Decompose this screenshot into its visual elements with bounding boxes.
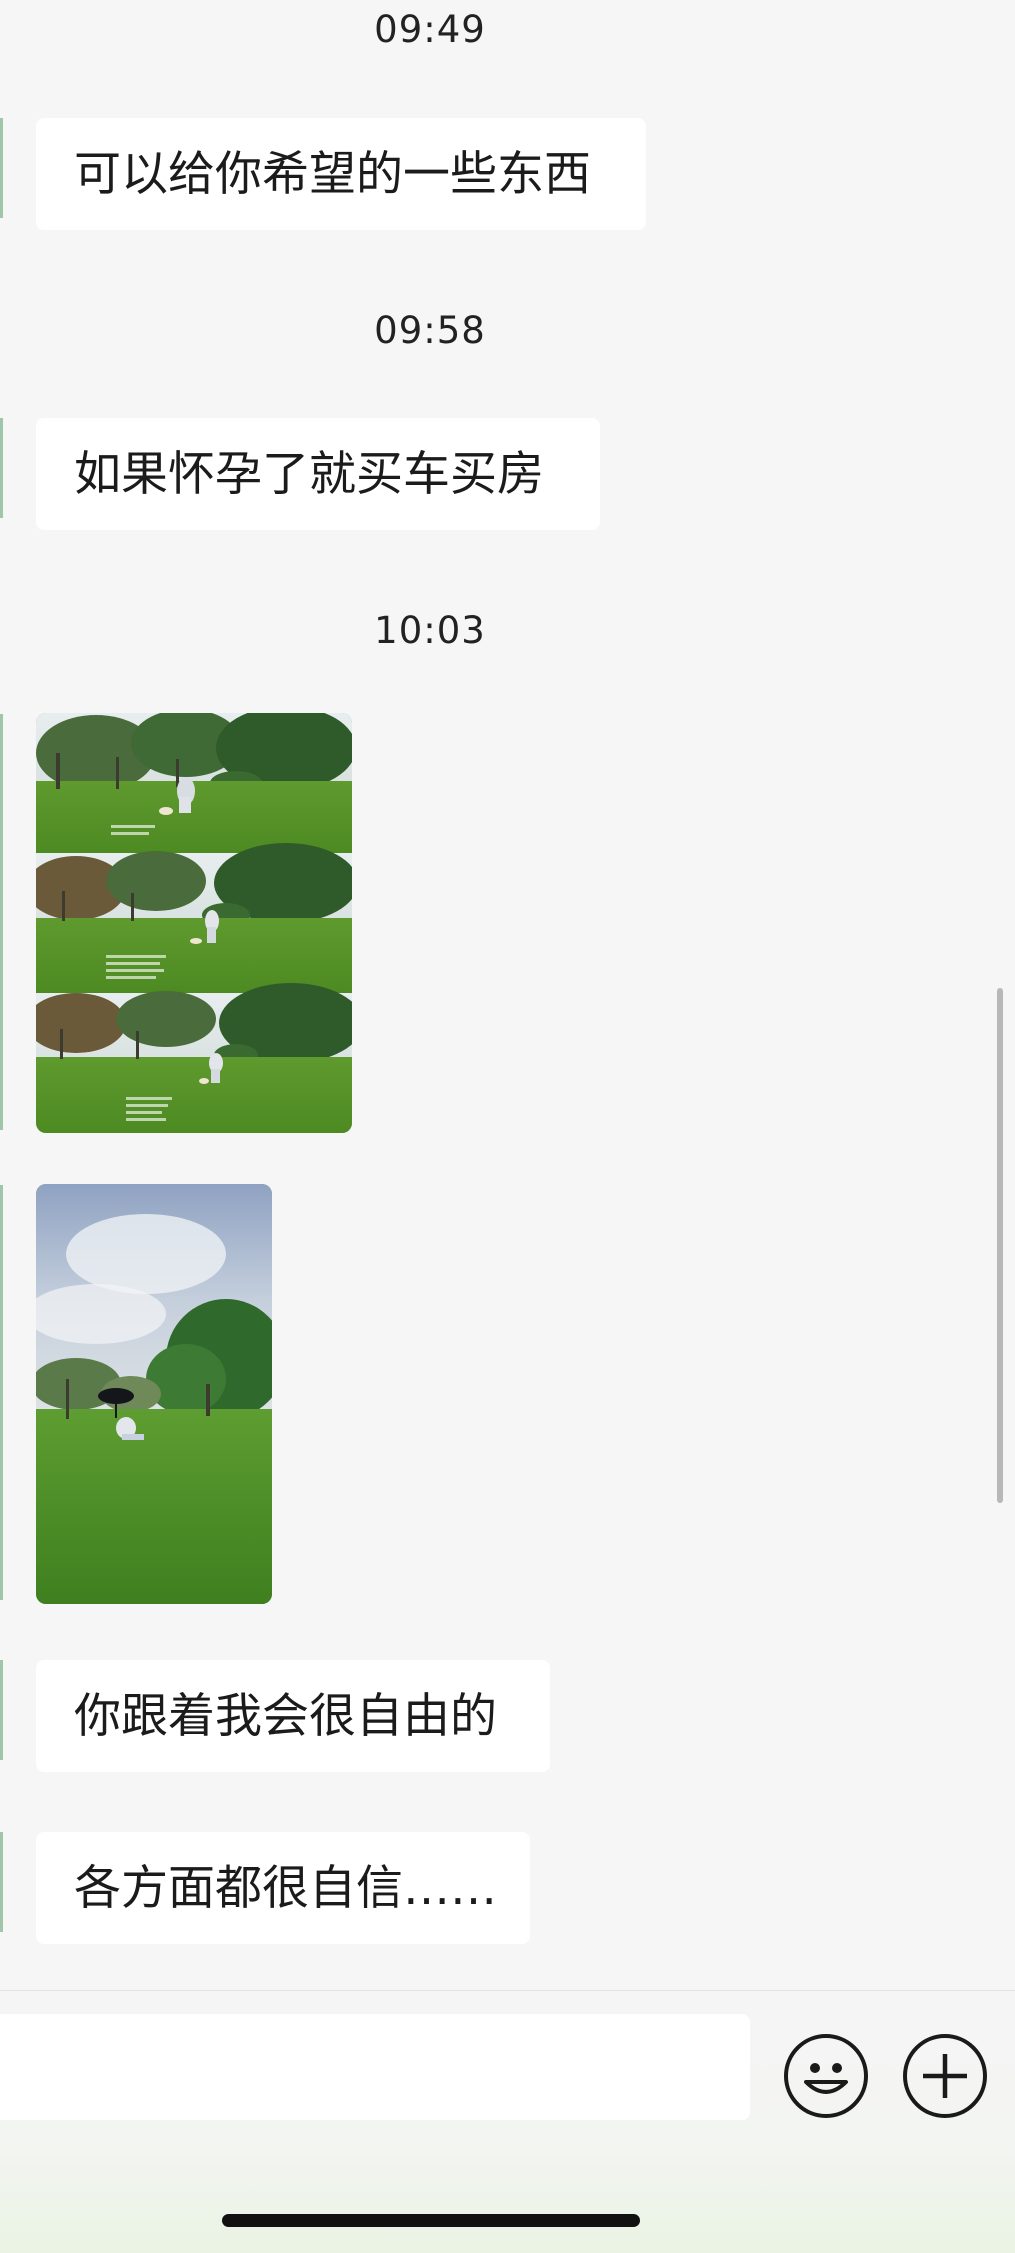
message-edge-marker [0,714,3,1130]
message-text: 各方面都很自信…… [74,1860,497,1916]
message-edge-marker [0,418,3,518]
message-edge-marker [0,1660,3,1760]
timestamp: 09:49 [374,8,486,51]
emoji-button[interactable] [784,2034,868,2118]
message-edge-marker [0,1185,3,1600]
message-bubble[interactable]: 你跟着我会很自由的 [36,1660,550,1772]
plus-circle-icon [923,2054,967,2098]
plus-button[interactable] [903,2034,987,2118]
timestamp: 10:03 [374,609,486,652]
message-edge-marker [0,1832,3,1932]
umbrella-lawn-image [36,1184,272,1604]
chat-message-list[interactable]: 09:49 可以给你希望的一些东西 09:58 如果怀孕了就买车买房 10:03 [0,0,1015,1990]
chat-scrollbar[interactable] [997,988,1003,1503]
message-bubble[interactable]: 如果怀孕了就买车买房 [36,418,600,530]
message-text: 你跟着我会很自由的 [74,1688,497,1744]
timestamp: 09:58 [374,309,486,352]
message-edge-marker [0,118,3,218]
image-message-park-collage[interactable]: ​ [36,713,352,1133]
message-text: 可以给你希望的一些东西 [74,146,591,202]
park-collage-image: ​ [36,713,352,1133]
emoji-smile-icon [804,2063,848,2094]
image-message-umbrella-lawn[interactable] [36,1184,272,1604]
message-bubble[interactable]: 可以给你希望的一些东西 [36,118,646,230]
message-text: 如果怀孕了就买车买房 [74,446,544,502]
home-indicator[interactable] [222,2214,640,2227]
message-bubble[interactable]: 各方面都很自信…… [36,1832,530,1944]
message-input[interactable] [0,2014,750,2120]
